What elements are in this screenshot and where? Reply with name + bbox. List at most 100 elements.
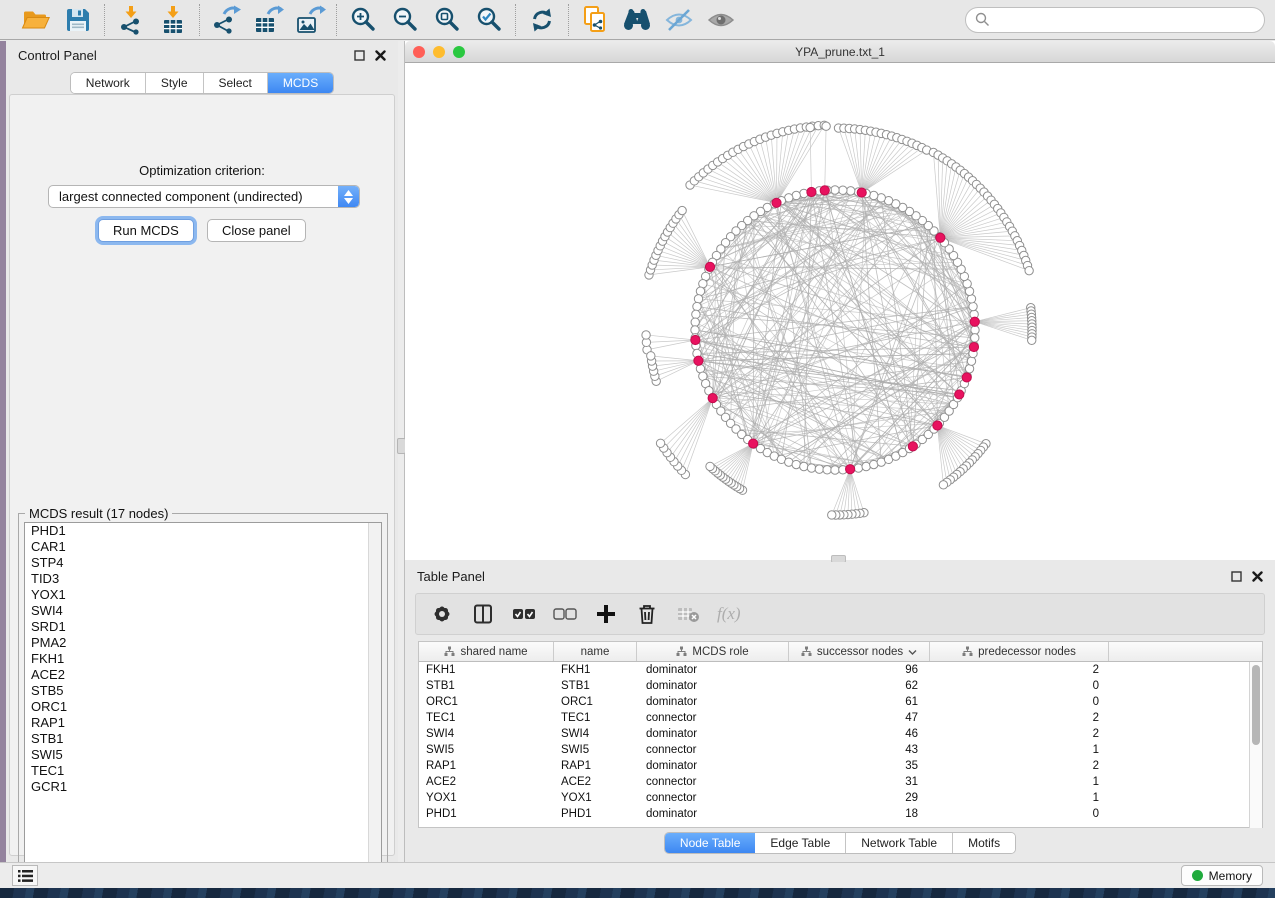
table-cell[interactable]: dominator bbox=[637, 664, 789, 676]
select-all-icon[interactable] bbox=[512, 602, 536, 626]
tab-mcds[interactable]: MCDS bbox=[268, 73, 333, 93]
table-cell[interactable]: 62 bbox=[789, 680, 930, 692]
table-cell[interactable]: ACE2 bbox=[419, 776, 554, 788]
float-panel-icon[interactable] bbox=[354, 50, 365, 61]
table-row[interactable]: SWI5SWI5connector431 bbox=[419, 742, 1262, 758]
deselect-all-icon[interactable] bbox=[553, 602, 577, 626]
table-cell[interactable]: dominator bbox=[637, 760, 789, 772]
mcds-list-scrollbar[interactable] bbox=[368, 523, 381, 877]
table-cell[interactable]: dominator bbox=[637, 808, 789, 820]
table-cell[interactable]: TEC1 bbox=[554, 712, 637, 724]
mcds-result-item[interactable]: STP4 bbox=[25, 555, 381, 571]
mcds-result-item[interactable]: CAR1 bbox=[25, 539, 381, 555]
mcds-result-item[interactable]: STB5 bbox=[25, 683, 381, 699]
table-cell[interactable]: 61 bbox=[789, 696, 930, 708]
table-cell[interactable]: STB1 bbox=[554, 680, 637, 692]
hide-selected-icon[interactable] bbox=[662, 4, 696, 36]
table-cell[interactable]: ORC1 bbox=[554, 696, 637, 708]
network-titlebar[interactable]: YPA_prune.txt_1 bbox=[405, 41, 1275, 63]
table-cell[interactable]: RAP1 bbox=[419, 760, 554, 772]
table-cell[interactable]: dominator bbox=[637, 728, 789, 740]
table-row[interactable]: TEC1TEC1connector472 bbox=[419, 710, 1262, 726]
search-network-icon[interactable] bbox=[620, 4, 654, 36]
mcds-result-item[interactable]: STB1 bbox=[25, 731, 381, 747]
table-cell[interactable]: ACE2 bbox=[554, 776, 637, 788]
table-cell[interactable]: 47 bbox=[789, 712, 930, 724]
tab-style[interactable]: Style bbox=[146, 73, 204, 93]
table-settings-icon[interactable] bbox=[430, 602, 454, 626]
table-cell[interactable]: 35 bbox=[789, 760, 930, 772]
table-cell[interactable]: 43 bbox=[789, 744, 930, 756]
mcds-result-item[interactable]: FKH1 bbox=[25, 651, 381, 667]
table-cell[interactable]: dominator bbox=[637, 680, 789, 692]
tab-network-table[interactable]: Network Table bbox=[846, 833, 953, 853]
table-cell[interactable]: 0 bbox=[930, 808, 1109, 820]
copy-network-icon[interactable] bbox=[578, 4, 612, 36]
table-cell[interactable]: SWI4 bbox=[554, 728, 637, 740]
table-scrollbar-thumb[interactable] bbox=[1252, 665, 1260, 745]
export-table-icon[interactable] bbox=[251, 4, 285, 36]
table-row[interactable]: SWI4SWI4dominator462 bbox=[419, 726, 1262, 742]
table-cell[interactable]: FKH1 bbox=[419, 664, 554, 676]
table-cell[interactable]: 2 bbox=[930, 664, 1109, 676]
delete-column-icon[interactable] bbox=[635, 602, 659, 626]
float-panel-icon[interactable] bbox=[1231, 571, 1242, 582]
table-cell[interactable]: FKH1 bbox=[554, 664, 637, 676]
table-cell[interactable]: TEC1 bbox=[419, 712, 554, 724]
table-cell[interactable]: 2 bbox=[930, 712, 1109, 724]
tab-node-table[interactable]: Node Table bbox=[665, 833, 756, 853]
memory-button[interactable]: Memory bbox=[1181, 865, 1263, 886]
table-cell[interactable]: YOX1 bbox=[419, 792, 554, 804]
tab-network[interactable]: Network bbox=[71, 73, 146, 93]
column-panel-icon[interactable] bbox=[471, 602, 495, 626]
run-mcds-button[interactable]: Run MCDS bbox=[98, 219, 194, 242]
table-cell[interactable]: 31 bbox=[789, 776, 930, 788]
table-row[interactable]: PHD1PHD1dominator180 bbox=[419, 806, 1262, 822]
table-cell[interactable]: 1 bbox=[930, 792, 1109, 804]
column-header-predecessor-nodes[interactable]: predecessor nodes bbox=[930, 642, 1109, 661]
table-row[interactable]: ORC1ORC1dominator610 bbox=[419, 694, 1262, 710]
table-cell[interactable]: RAP1 bbox=[554, 760, 637, 772]
table-cell[interactable]: 0 bbox=[930, 680, 1109, 692]
zoom-in-icon[interactable] bbox=[346, 4, 380, 36]
column-header-mcds-role[interactable]: MCDS role bbox=[637, 642, 789, 661]
table-cell[interactable]: 18 bbox=[789, 808, 930, 820]
zoom-fit-icon[interactable] bbox=[430, 4, 464, 36]
table-cell[interactable]: SWI5 bbox=[419, 744, 554, 756]
mcds-result-item[interactable]: SWI4 bbox=[25, 603, 381, 619]
column-header-name[interactable]: name bbox=[554, 642, 637, 661]
table-cell[interactable]: connector bbox=[637, 792, 789, 804]
refresh-icon[interactable] bbox=[525, 4, 559, 36]
table-cell[interactable]: 1 bbox=[930, 776, 1109, 788]
mcds-result-item[interactable]: SRD1 bbox=[25, 619, 381, 635]
import-table-icon[interactable] bbox=[156, 4, 190, 36]
save-session-icon[interactable] bbox=[61, 4, 95, 36]
table-row[interactable]: YOX1YOX1connector291 bbox=[419, 790, 1262, 806]
table-cell[interactable]: connector bbox=[637, 712, 789, 724]
optimization-criterion-select[interactable]: largest connected component (undirected) bbox=[48, 185, 360, 208]
table-cell[interactable]: connector bbox=[637, 744, 789, 756]
table-cell[interactable]: YOX1 bbox=[554, 792, 637, 804]
table-cell[interactable]: SWI4 bbox=[419, 728, 554, 740]
mcds-result-item[interactable]: PMA2 bbox=[25, 635, 381, 651]
close-panel-icon[interactable] bbox=[375, 50, 386, 61]
table-row[interactable]: RAP1RAP1dominator352 bbox=[419, 758, 1262, 774]
mcds-result-item[interactable]: TID3 bbox=[25, 571, 381, 587]
mcds-result-item[interactable]: YOX1 bbox=[25, 587, 381, 603]
mcds-result-item[interactable]: ACE2 bbox=[25, 667, 381, 683]
table-scrollbar[interactable] bbox=[1249, 662, 1262, 828]
table-cell[interactable]: 46 bbox=[789, 728, 930, 740]
import-network-icon[interactable] bbox=[114, 4, 148, 36]
table-row[interactable]: ACE2ACE2connector311 bbox=[419, 774, 1262, 790]
mcds-result-item[interactable]: RAP1 bbox=[25, 715, 381, 731]
table-cell[interactable]: PHD1 bbox=[554, 808, 637, 820]
table-cell[interactable]: connector bbox=[637, 776, 789, 788]
mcds-result-item[interactable]: PHD1 bbox=[25, 523, 381, 539]
add-column-icon[interactable] bbox=[594, 602, 618, 626]
mcds-result-list[interactable]: PHD1CAR1STP4TID3YOX1SWI4SRD1PMA2FKH1ACE2… bbox=[24, 522, 382, 878]
open-file-icon[interactable] bbox=[19, 4, 53, 36]
mcds-result-item[interactable]: ORC1 bbox=[25, 699, 381, 715]
close-panel-button[interactable]: Close panel bbox=[207, 219, 306, 242]
table-cell[interactable]: 96 bbox=[789, 664, 930, 676]
table-cell[interactable]: 2 bbox=[930, 760, 1109, 772]
